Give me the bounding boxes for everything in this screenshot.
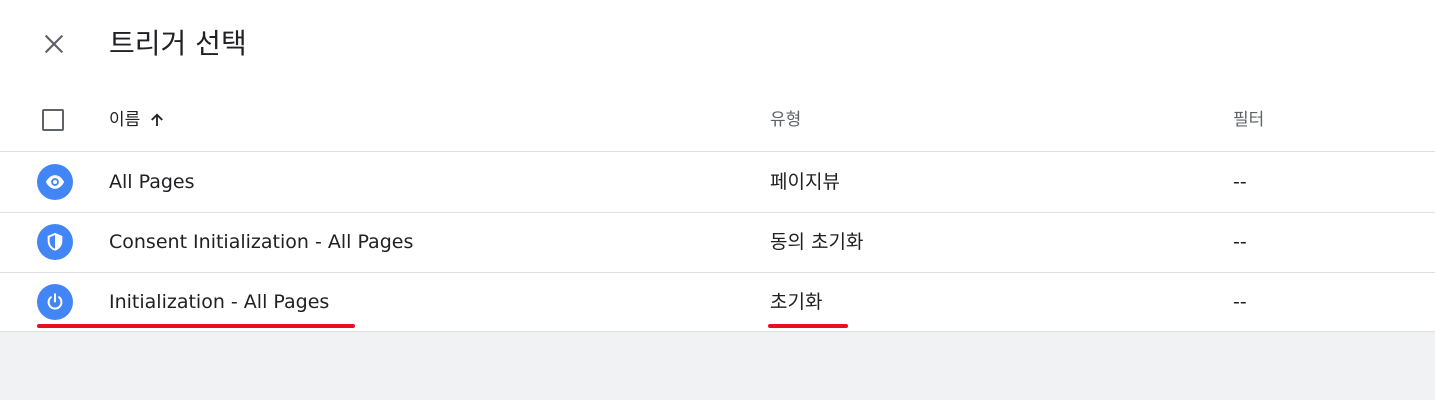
trigger-type: 초기화: [770, 291, 823, 313]
trigger-filter: --: [1233, 171, 1247, 193]
shield-icon: [37, 224, 73, 260]
trigger-name: Initialization - All Pages: [109, 291, 330, 313]
power-icon: [37, 284, 73, 320]
table-row[interactable]: Initialization - All Pages 초기화 --: [0, 272, 1435, 332]
trigger-name: All Pages: [109, 171, 195, 193]
highlight-underline-type: [768, 324, 848, 328]
close-icon: [44, 34, 64, 54]
column-header-name-label: 이름: [109, 110, 141, 130]
table-header: 이름 유형 필터: [0, 91, 1435, 152]
trigger-type: 동의 초기화: [770, 231, 864, 253]
arrow-up-icon: [148, 111, 166, 129]
column-header-name[interactable]: 이름: [109, 108, 166, 132]
column-header-filter[interactable]: 필터: [1233, 108, 1264, 132]
table-row[interactable]: Consent Initialization - All Pages 동의 초기…: [0, 212, 1435, 273]
eye-icon: [37, 164, 73, 200]
trigger-name: Consent Initialization - All Pages: [109, 231, 414, 253]
close-button[interactable]: [34, 24, 74, 64]
highlight-underline-name: [37, 324, 355, 328]
table-row[interactable]: All Pages 페이지뷰 --: [0, 152, 1435, 213]
column-header-type[interactable]: 유형: [770, 108, 801, 132]
dialog-header: 트리거 선택: [0, 0, 1435, 90]
select-all-checkbox[interactable]: [42, 109, 64, 131]
trigger-filter: --: [1233, 291, 1247, 313]
trigger-selection-panel: 트리거 선택 이름 유형 필터 All Pages 페이지뷰 -- Consen…: [0, 0, 1435, 332]
trigger-type: 페이지뷰: [770, 171, 840, 193]
trigger-filter: --: [1233, 231, 1247, 253]
dialog-title: 트리거 선택: [109, 27, 247, 60]
